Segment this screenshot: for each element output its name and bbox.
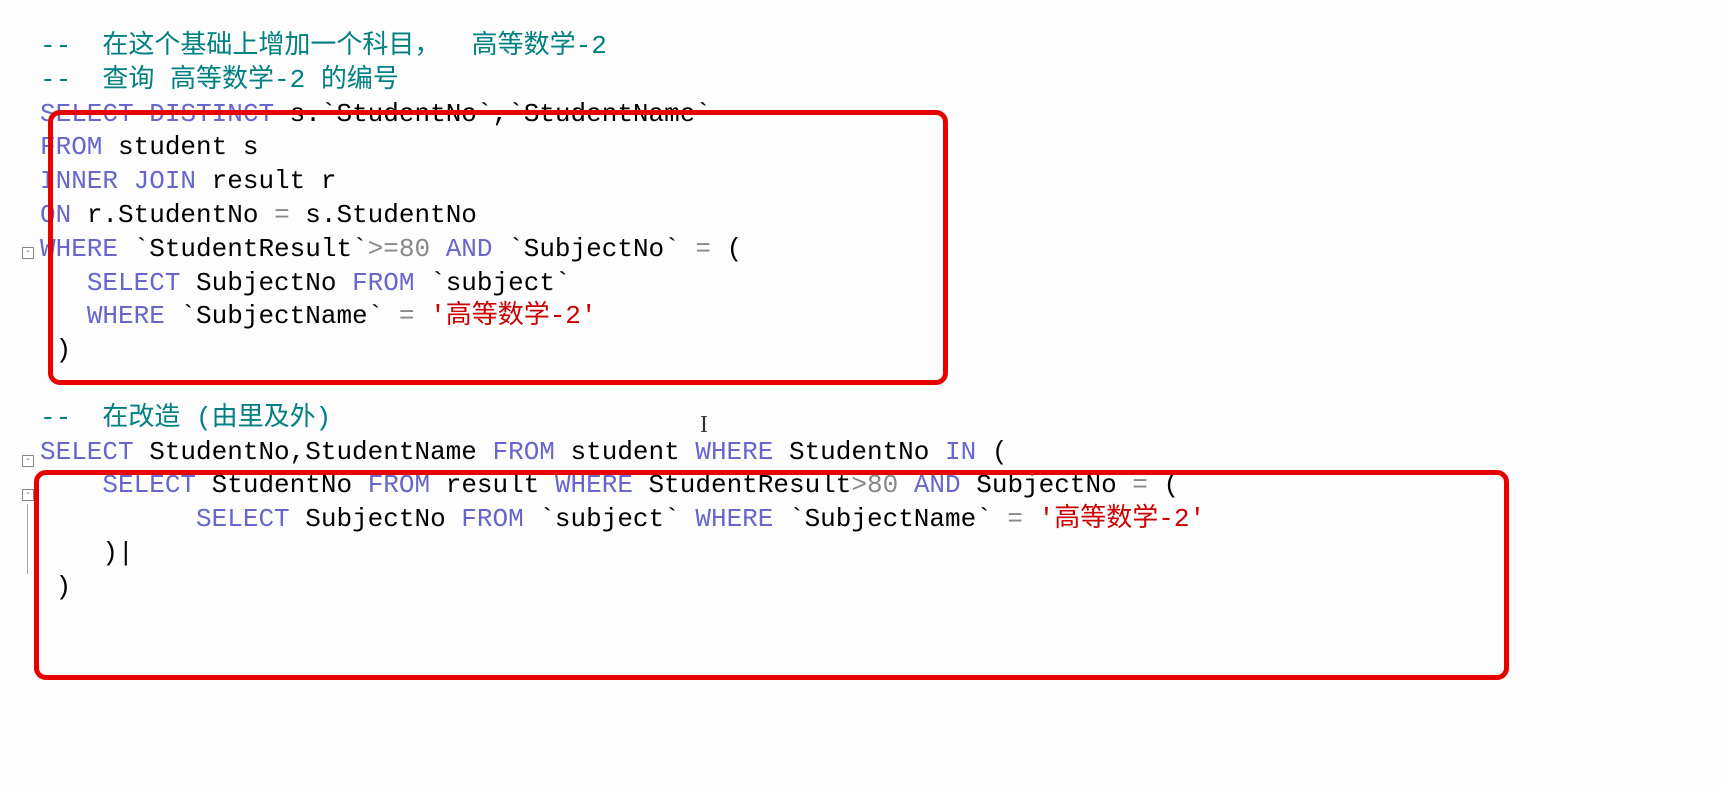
paren: ( <box>976 437 1007 467</box>
code-line-3[interactable]: SELECT DISTINCT s.`StudentNo`,`StudentNa… <box>40 98 1702 132</box>
expr: `SubjectName` <box>773 504 1007 534</box>
keyword-from: FROM <box>352 268 414 298</box>
comment-text: -- <box>40 403 102 433</box>
number: 80 <box>399 234 430 264</box>
comment-text: 在这个基础上增加一个科目， 高等数学-2 <box>102 31 606 61</box>
code-line-12[interactable]: -- 在改造 (由里及外) <box>40 402 1702 436</box>
keyword-select: SELECT <box>87 268 181 298</box>
keyword-and: AND <box>914 470 961 500</box>
paren: ) <box>102 538 118 568</box>
keyword-from: FROM <box>40 132 102 162</box>
indent <box>40 268 87 298</box>
table-ref: student s <box>102 132 258 162</box>
table-ref: `subject` <box>524 504 696 534</box>
empty <box>40 369 56 399</box>
expr: SubjectNo <box>290 504 462 534</box>
expr: `StudentResult` <box>118 234 368 264</box>
keyword-join: JOIN <box>134 166 196 196</box>
operator: > <box>851 470 867 500</box>
paren: ( <box>711 234 742 264</box>
column-list: s.`StudentNo`,`StudentName` <box>274 99 711 129</box>
table-ref: `subject` <box>415 268 571 298</box>
fold-marker-select-2[interactable]: - <box>22 489 34 501</box>
indent <box>40 538 102 568</box>
expr: `SubjectName` <box>165 301 399 331</box>
keyword-from: FROM <box>368 470 430 500</box>
keyword-select: SELECT <box>196 504 290 534</box>
indent <box>40 301 87 331</box>
space <box>1023 504 1039 534</box>
keyword-distinct: DISTINCT <box>149 99 274 129</box>
keyword-select: SELECT <box>102 470 196 500</box>
comment-text: -- <box>40 65 102 95</box>
space <box>414 301 430 331</box>
keyword-from: FROM <box>461 504 523 534</box>
keyword-where: WHERE <box>555 470 633 500</box>
keyword-where: WHERE <box>87 301 165 331</box>
code-line-6[interactable]: ON r.StudentNo = s.StudentNo <box>40 199 1702 233</box>
table-ref: result <box>430 470 555 500</box>
text-cursor: | <box>118 538 134 568</box>
expr: StudentNo,StudentName <box>134 437 493 467</box>
code-line-17[interactable]: ) <box>40 571 1702 605</box>
operator: = <box>399 301 415 331</box>
string-literal: '高等数学-2' <box>1039 504 1205 534</box>
operator: = <box>695 234 711 264</box>
keyword-from: FROM <box>492 437 554 467</box>
code-line-14[interactable]: SELECT StudentNo FROM result WHERE Stude… <box>40 469 1702 503</box>
keyword-select: SELECT <box>40 437 134 467</box>
expr: StudentNo <box>773 437 945 467</box>
keyword-where: WHERE <box>40 234 118 264</box>
code-line-11[interactable] <box>40 368 1702 402</box>
fold-marker-where[interactable]: - <box>22 247 34 259</box>
fold-guide-line <box>27 504 28 574</box>
comment-text: 在改造 (由里及外) <box>102 403 331 433</box>
number: 80 <box>867 470 898 500</box>
expr: s.StudentNo <box>290 200 477 230</box>
sql-editor-content[interactable]: - - - -- 在这个基础上增加一个科目， 高等数学-2 -- 查询 高等数学… <box>20 30 1702 605</box>
expr: StudentResult <box>633 470 851 500</box>
code-line-10[interactable]: ) <box>40 334 1702 368</box>
string-literal: '高等数学-2' <box>430 301 596 331</box>
paren: ( <box>1148 470 1179 500</box>
operator: = <box>1132 470 1148 500</box>
expr: SubjectNo <box>180 268 352 298</box>
code-line-16[interactable]: )| <box>40 537 1702 571</box>
table-ref: student <box>555 437 695 467</box>
indent <box>40 470 102 500</box>
keyword-in: IN <box>945 437 976 467</box>
indent <box>40 504 196 534</box>
operator: >= <box>368 234 399 264</box>
code-line-13[interactable]: SELECT StudentNo,StudentName FROM studen… <box>40 436 1702 470</box>
code-line-15[interactable]: SELECT SubjectNo FROM `subject` WHERE `S… <box>40 503 1702 537</box>
code-line-7[interactable]: WHERE `StudentResult`>=80 AND `SubjectNo… <box>40 233 1702 267</box>
indent <box>40 335 56 365</box>
paren: ) <box>56 335 72 365</box>
expr: SubjectNo <box>961 470 1133 500</box>
expr: StudentNo <box>196 470 368 500</box>
code-line-4[interactable]: FROM student s <box>40 131 1702 165</box>
fold-marker-select-1[interactable]: - <box>22 455 34 467</box>
code-line-9[interactable]: WHERE `SubjectName` = '高等数学-2' <box>40 300 1702 334</box>
keyword-where: WHERE <box>695 504 773 534</box>
keyword-and: AND <box>446 234 493 264</box>
table-ref: result r <box>196 166 336 196</box>
comment-text: -- <box>40 31 102 61</box>
code-line-2[interactable]: -- 查询 高等数学-2 的编号 <box>40 64 1702 98</box>
expr: r.StudentNo <box>71 200 274 230</box>
indent <box>40 572 56 602</box>
comment-text: 查询 高等数学-2 的编号 <box>102 65 398 95</box>
expr: `SubjectNo` <box>493 234 696 264</box>
code-line-1[interactable]: -- 在这个基础上增加一个科目， 高等数学-2 <box>40 30 1702 64</box>
keyword-on: ON <box>40 200 71 230</box>
text-cursor-icon: I <box>700 410 708 441</box>
code-line-8[interactable]: SELECT SubjectNo FROM `subject` <box>40 267 1702 301</box>
code-line-5[interactable]: INNER JOIN result r <box>40 165 1702 199</box>
paren: ) <box>56 572 72 602</box>
keyword-select: SELECT <box>40 99 134 129</box>
operator: = <box>274 200 290 230</box>
keyword-inner: INNER <box>40 166 118 196</box>
operator: = <box>1007 504 1023 534</box>
